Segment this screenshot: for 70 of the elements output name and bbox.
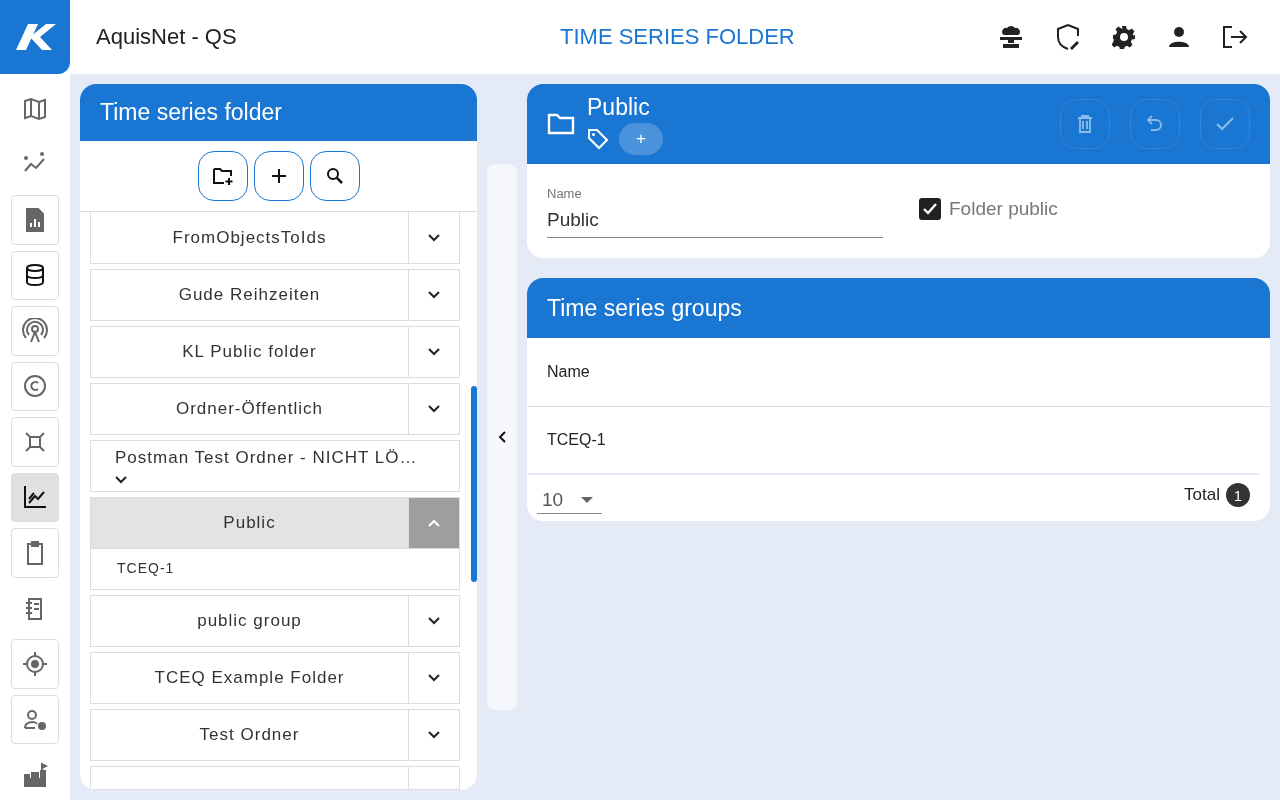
folder-label: Ordner-Öffentlich	[174, 398, 325, 421]
chevron-left-icon	[498, 431, 506, 443]
folder-row[interactable]: FromObjectsToIds	[90, 212, 460, 265]
group-item[interactable]: TCEQ-1	[117, 560, 175, 577]
database-icon[interactable]	[11, 250, 59, 301]
total-label: Total	[1184, 485, 1220, 505]
folder-row[interactable]: public group	[90, 595, 460, 648]
column-header: Name	[547, 363, 590, 381]
chevron-down-icon	[428, 233, 440, 242]
usergear-icon[interactable]	[11, 694, 59, 745]
check-icon	[1216, 117, 1234, 131]
chevron-up-icon	[428, 519, 440, 528]
logo-icon[interactable]	[0, 0, 70, 74]
public-checkbox[interactable]: Folder public	[919, 196, 1058, 222]
report-icon[interactable]	[11, 195, 59, 245]
copyright-icon[interactable]	[11, 361, 59, 412]
chevron-down-icon[interactable]	[115, 476, 127, 485]
folder-label: Postman Test Ordner - NICHT LÖ…	[115, 448, 419, 469]
shield-icon[interactable]	[1056, 24, 1080, 50]
chevron-down-icon	[428, 291, 440, 300]
page-size-select[interactable]: 10	[537, 475, 602, 514]
folder-row[interactable]: KL Public folder	[90, 326, 460, 379]
folder-row[interactable]: Ordner-Öffentlich	[90, 383, 460, 436]
scrollbar-thumb[interactable]	[471, 386, 477, 582]
name-field[interactable]: Name Public	[547, 186, 883, 238]
app-title: AquisNet - QS	[96, 24, 237, 50]
search-button[interactable]	[309, 151, 360, 202]
chevron-down-icon	[428, 617, 440, 626]
dropdown-icon	[581, 497, 594, 503]
antenna-icon[interactable]	[11, 306, 59, 356]
folder-label: Test Ordner	[198, 724, 301, 747]
trash-icon	[1077, 115, 1093, 133]
folder-icon	[547, 113, 575, 135]
expand-toggle[interactable]	[408, 498, 459, 549]
page-title: TIME SERIES FOLDER	[560, 24, 795, 50]
panel-title: Time series folder	[100, 99, 282, 127]
chevron-down-icon	[428, 731, 440, 740]
total-count: 1	[1226, 483, 1250, 507]
search-icon	[325, 167, 344, 186]
logout-icon[interactable]	[1222, 25, 1248, 49]
folder-row[interactable]: Postman Test Ordner - NICHT LÖ…	[90, 440, 460, 493]
folder-row[interactable]: Public	[90, 497, 460, 550]
folder-label: TCEQ Example Folder	[153, 667, 346, 690]
cloud-icon[interactable]	[998, 25, 1024, 49]
folder-label: Gude Reihzeiten	[177, 284, 322, 307]
target-icon[interactable]	[11, 639, 59, 689]
chevron-down-icon	[428, 674, 440, 683]
folder-plus-icon	[211, 167, 234, 186]
card-title: Time series groups	[547, 294, 742, 322]
settings-icon[interactable]	[1112, 25, 1136, 49]
folder-title: Public	[587, 93, 651, 121]
folder-label: public group	[196, 610, 303, 633]
folder-row[interactable]: Gude Reihzeiten	[90, 269, 460, 322]
user-icon[interactable]	[1168, 26, 1190, 48]
chevron-down-icon	[428, 405, 440, 414]
folder-label: KL Public folder	[181, 341, 318, 364]
plus-icon	[270, 168, 287, 185]
tag-icon	[587, 127, 609, 150]
table-cell: TCEQ-1	[547, 431, 606, 449]
add-button[interactable]	[253, 151, 304, 202]
folder-row[interactable]: Test Ordner	[90, 709, 460, 762]
chart-icon[interactable]	[11, 472, 59, 523]
network-icon[interactable]	[11, 417, 59, 467]
chevron-down-icon	[428, 348, 440, 357]
folder-label: Public	[222, 512, 277, 535]
clipboard-icon[interactable]	[11, 528, 59, 578]
folder-row[interactable]: TCEQ Example Folder	[90, 652, 460, 705]
folder-label: FromObjectsToIds	[171, 226, 328, 249]
undo-icon	[1147, 115, 1163, 133]
add-folder-button[interactable]	[197, 151, 248, 202]
